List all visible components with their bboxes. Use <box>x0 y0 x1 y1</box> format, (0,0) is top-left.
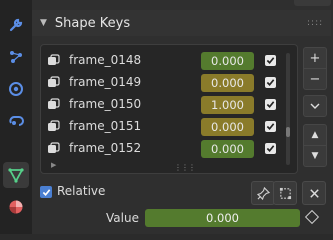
shape-keys-list: ▶ ⋮⋮⋮ frame_0148 0.000 frame_0149 0.000 fram… <box>40 44 298 174</box>
shape-key-value-field[interactable]: 1.000 <box>201 96 254 114</box>
shape-key-row[interactable]: frame_0148 0.000 <box>41 51 297 71</box>
add-shape-key-button[interactable]: + <box>303 47 327 69</box>
physics-icon <box>9 82 23 96</box>
shape-key-name[interactable]: frame_0151 <box>69 119 141 133</box>
panel-title: Shape Keys <box>54 15 131 31</box>
shape-key-value-field[interactable]: 0.000 <box>201 74 254 92</box>
shape-key-name[interactable]: frame_0152 <box>69 141 141 155</box>
drag-grip-icon[interactable]: :::: <box>307 18 323 28</box>
shape-key-mute-checkbox[interactable] <box>265 77 276 88</box>
clear-shape-keys-button[interactable] <box>302 181 326 205</box>
shape-key-icon <box>48 98 60 109</box>
triangle-up-icon: ▲ <box>311 130 319 140</box>
list-resize-handle[interactable]: ⋮⋮⋮ <box>174 163 196 172</box>
relative-checkbox[interactable] <box>40 186 52 198</box>
shape-key-name[interactable]: frame_0149 <box>69 75 141 89</box>
tab-constraints[interactable] <box>3 108 29 134</box>
tab-material[interactable] <box>3 194 29 220</box>
shape-key-edit-mode-button[interactable] <box>251 181 275 205</box>
close-icon <box>309 188 319 198</box>
checkmark-icon <box>266 57 275 64</box>
move-down-button[interactable]: ▼ <box>303 145 327 167</box>
checkmark-icon <box>42 188 50 196</box>
tab-modifiers[interactable] <box>3 12 29 38</box>
relative-label: Relative <box>57 184 106 198</box>
properties-tab-bar <box>0 0 32 234</box>
value-slider[interactable]: 0.000 <box>145 209 300 227</box>
shape-key-mute-checkbox[interactable] <box>265 99 276 110</box>
shape-key-row[interactable]: frame_0152 0.000 <box>41 139 297 159</box>
move-up-button[interactable]: ▲ <box>303 124 327 146</box>
constraint-icon <box>9 115 24 126</box>
specials-menu-button[interactable] <box>303 95 327 117</box>
chevron-down-icon <box>310 103 320 109</box>
shape-key-value-field[interactable]: 0.000 <box>201 140 254 158</box>
shape-key-mute-checkbox[interactable] <box>265 143 276 154</box>
particles-icon <box>10 51 22 63</box>
shape-key-icon <box>48 142 60 153</box>
shape-key-mute-checkbox[interactable] <box>265 55 276 66</box>
shape-key-value-field[interactable]: 0.000 <box>201 118 254 136</box>
triangle-down-icon: ▼ <box>311 151 319 161</box>
checkmark-icon <box>266 101 275 108</box>
shape-key-icon <box>48 76 60 87</box>
shape-key-lock-button[interactable] <box>273 181 297 205</box>
pin-icon <box>256 186 270 200</box>
shape-key-row[interactable]: frame_0150 1.000 <box>41 95 297 115</box>
list-filter-expand-icon[interactable]: ▶ <box>51 161 56 169</box>
panel-top-strip <box>294 0 331 6</box>
value-label: Value <box>106 211 139 225</box>
shape-key-name[interactable]: frame_0150 <box>69 97 141 111</box>
shape-key-row[interactable]: frame_0151 0.000 <box>41 117 297 137</box>
remove-shape-key-button[interactable]: − <box>303 68 327 90</box>
shape-key-value-field[interactable]: 0.000 <box>201 52 254 70</box>
collapse-chevron-icon[interactable]: ▼ <box>40 18 47 28</box>
panel-header[interactable]: ▼ Shape Keys :::: <box>32 10 331 36</box>
checkmark-icon <box>266 123 275 130</box>
shape-key-name[interactable]: frame_0148 <box>69 53 141 67</box>
checkmark-icon <box>266 79 275 86</box>
shape-key-row[interactable]: frame_0149 0.000 <box>41 73 297 93</box>
material-icon <box>9 200 23 214</box>
edit-mode-icon <box>279 187 291 199</box>
wrench-icon <box>9 18 23 32</box>
mesh-data-icon <box>8 168 24 183</box>
tab-particles[interactable] <box>3 44 29 70</box>
tab-object-data[interactable] <box>3 162 29 188</box>
shape-key-icon <box>48 120 60 131</box>
shape-key-mute-checkbox[interactable] <box>265 121 276 132</box>
keyframe-diamond-icon[interactable] <box>304 209 320 225</box>
tab-physics[interactable] <box>3 76 29 102</box>
checkmark-icon <box>266 145 275 152</box>
shape-key-icon <box>48 54 60 65</box>
shape-keys-panel: ▼ Shape Keys :::: ▶ ⋮⋮⋮ frame_0148 0.000 f… <box>32 0 333 234</box>
